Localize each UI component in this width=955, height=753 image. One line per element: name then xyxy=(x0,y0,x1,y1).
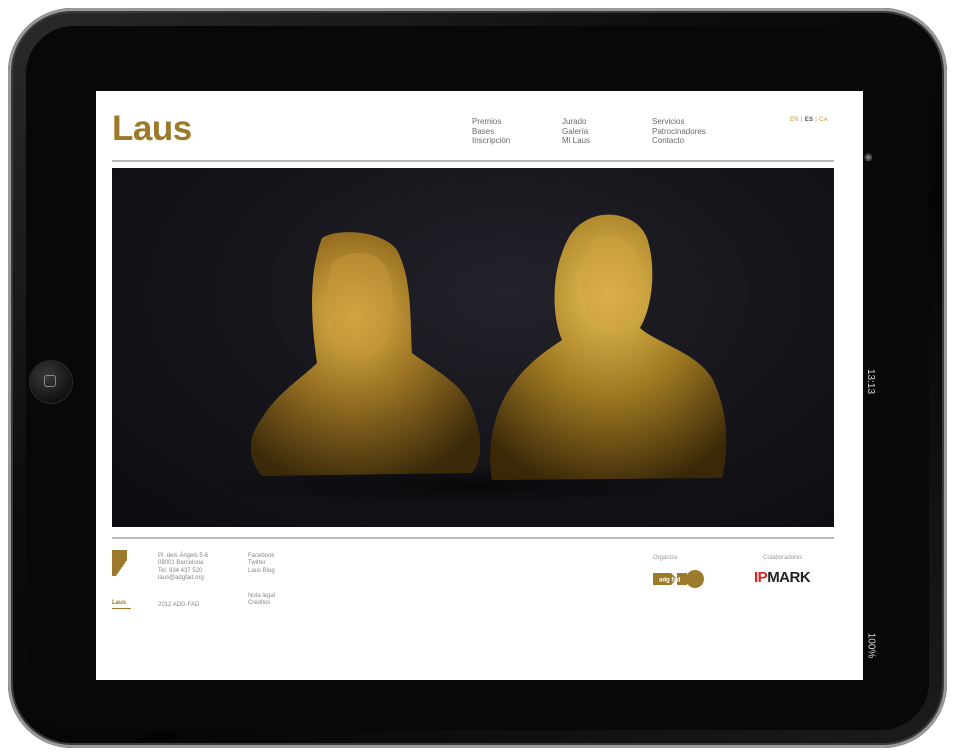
battery-icon: 100% xyxy=(865,632,877,658)
footer-laus-logo[interactable]: Laus xyxy=(112,600,126,606)
nav-column-3: Servicios Patrocinadores Contacto xyxy=(652,117,706,146)
nav-inscripcion[interactable]: Inscripción xyxy=(472,136,510,146)
language-switcher: EN | ES | CA xyxy=(790,117,829,123)
nav-mi-laus[interactable]: Mi Laus xyxy=(562,136,590,146)
site-logo[interactable]: Laus xyxy=(112,109,192,149)
address-line-3: Tel. 934 437 520 xyxy=(158,567,203,574)
nav-jurado[interactable]: Jurado xyxy=(562,117,590,127)
gold-busts-illustration xyxy=(212,214,732,508)
colaboradores-label: Colaboradores xyxy=(763,555,803,561)
nav-premios[interactable]: Premios xyxy=(472,117,510,127)
ipmark-logo[interactable]: IPMARK xyxy=(754,569,811,586)
adg-text: adg fad xyxy=(659,578,681,584)
link-nota-legal[interactable]: Nota legal xyxy=(248,593,275,600)
nav-bases[interactable]: Bases xyxy=(472,127,510,137)
organiza-label: Organiza xyxy=(653,555,678,561)
link-facebook[interactable]: Facebook xyxy=(248,553,275,560)
nav-contacto[interactable]: Contacto xyxy=(652,136,706,146)
link-twitter[interactable]: Twitter xyxy=(248,560,275,567)
footer-address: Pl. dels Àngels 5-6 08001 Barcelona Tel.… xyxy=(158,553,208,583)
lang-es[interactable]: ES xyxy=(805,117,814,123)
footer-laus-underline xyxy=(112,608,131,609)
hero-image-gold-busts xyxy=(112,168,834,527)
nav-patrocinadores[interactable]: Patrocinadores xyxy=(652,127,706,137)
nav-galeria[interactable]: Galería xyxy=(562,127,590,137)
nav-servicios[interactable]: Servicios xyxy=(652,117,706,127)
lang-ca[interactable]: CA xyxy=(819,117,828,123)
nav-column-2: Jurado Galería Mi Laus xyxy=(562,117,590,146)
footer-legal-links: Nota legal Créditos xyxy=(248,593,275,608)
footer-copyright: 2012 ADG-FAD xyxy=(158,602,199,609)
address-email[interactable]: laus@adgfad.org xyxy=(158,575,208,582)
adg-fad-logo[interactable]: adg fad xyxy=(653,569,705,589)
header-divider xyxy=(112,160,834,162)
laus-flag-icon xyxy=(112,550,127,576)
status-time-text: 13:13 xyxy=(865,368,877,394)
nav-column-1: Premios Bases Inscripción xyxy=(472,117,510,146)
lang-en[interactable]: EN xyxy=(790,117,799,123)
ipmark-mark: MARK xyxy=(767,569,811,586)
camera-icon: ◉ xyxy=(864,152,873,163)
link-laus-blog[interactable]: Laus Blog xyxy=(248,568,275,575)
web-page: Laus Premios Bases Inscripción Jurado Ga… xyxy=(96,91,863,680)
copyright-text: 2012 ADG-FAD xyxy=(158,602,200,608)
address-line-2: 08001 Barcelona xyxy=(158,560,204,567)
home-square-icon xyxy=(44,375,56,387)
home-button[interactable] xyxy=(30,361,72,403)
link-creditos[interactable]: Créditos xyxy=(248,600,275,607)
footer-divider xyxy=(112,537,834,539)
footer-social-links: Facebook Twitter Laus Blog xyxy=(248,553,275,575)
ipmark-ip: IP xyxy=(754,569,768,586)
address-line-1: Pl. dels Àngels 5-6 xyxy=(158,553,209,559)
